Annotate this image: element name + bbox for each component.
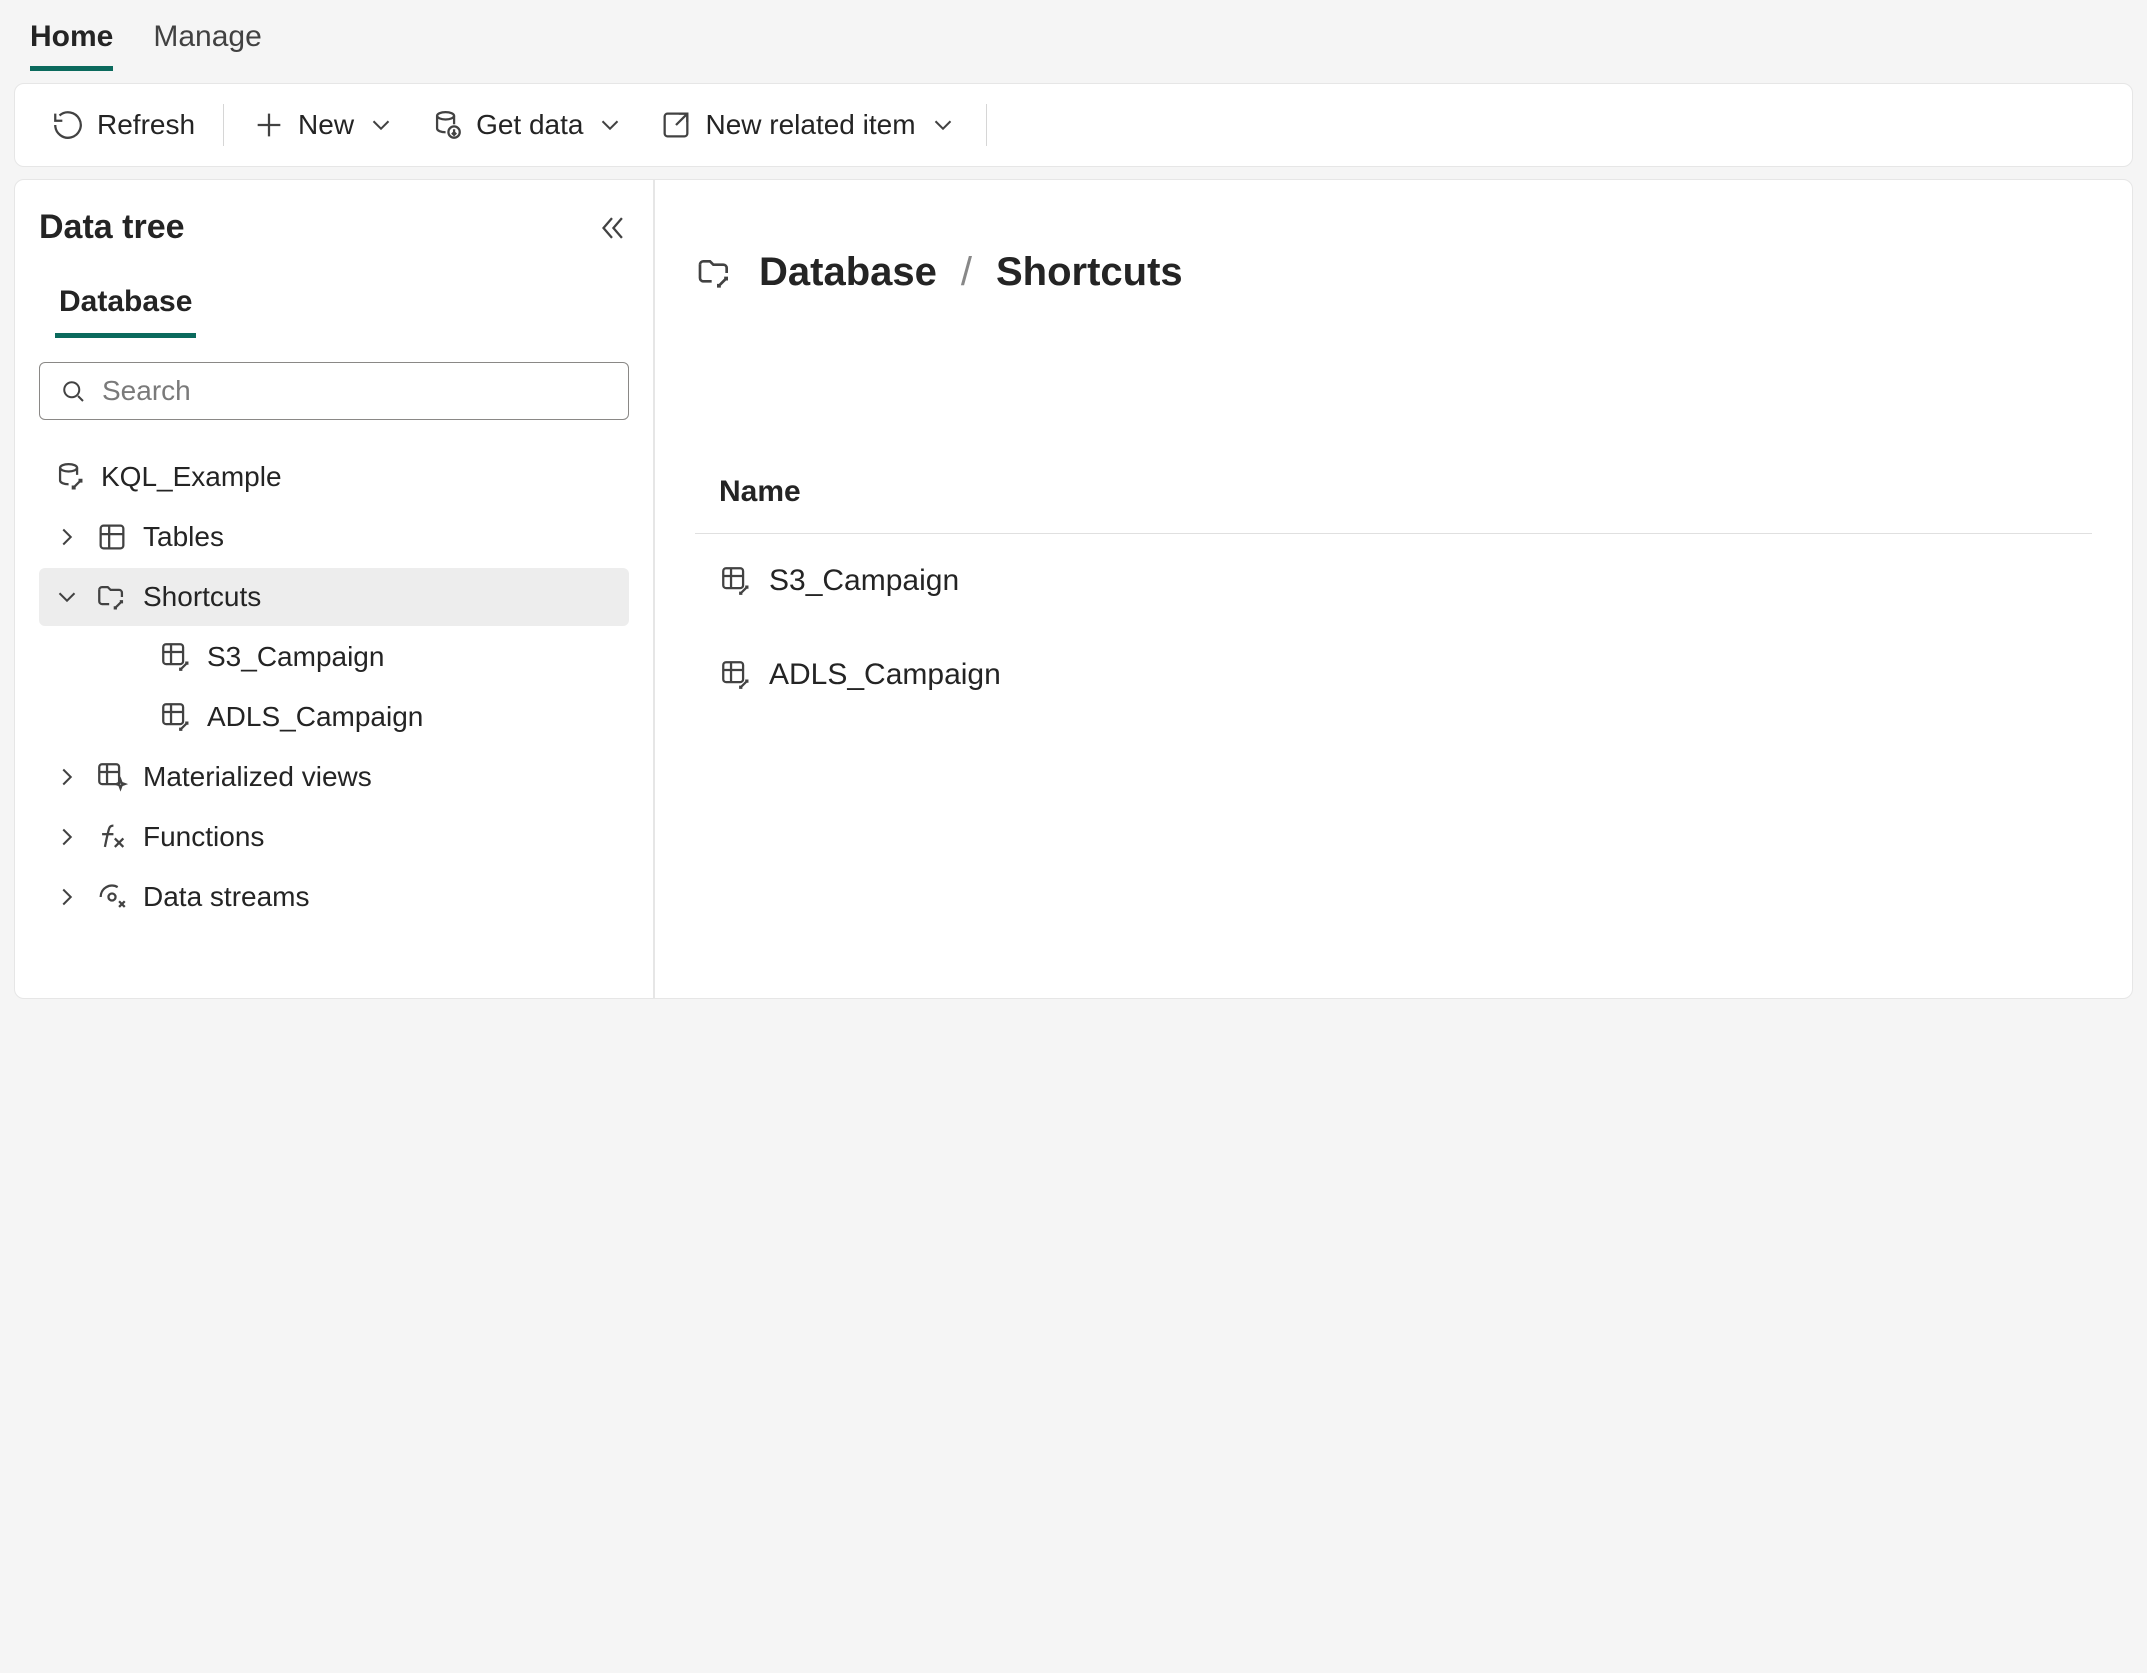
table-row[interactable]: ADLS_Campaign <box>695 628 2092 722</box>
new-label: New <box>298 109 354 141</box>
row-name: S3_Campaign <box>769 564 959 598</box>
chevron-down-icon <box>52 582 82 612</box>
chevron-right-icon <box>52 822 82 852</box>
data-tree: KQL_Example Tables Shortcuts S3_Campaign… <box>39 448 629 926</box>
database-download-icon <box>430 108 464 142</box>
tree-node-label: Shortcuts <box>143 581 261 613</box>
tree-node-tables[interactable]: Tables <box>39 508 629 566</box>
get-data-button[interactable]: Get data <box>420 102 635 148</box>
table-shortcut-icon <box>719 564 753 598</box>
content-pane: Database / Shortcuts Name S3_Campaign AD… <box>654 179 2133 999</box>
table-shortcut-icon <box>719 658 753 692</box>
table-shortcut-icon <box>159 640 193 674</box>
breadcrumb-separator: / <box>961 250 972 295</box>
tree-node-label: Functions <box>143 821 264 853</box>
search-icon <box>58 376 88 406</box>
table-icon <box>95 520 129 554</box>
tree-node-label: Tables <box>143 521 224 553</box>
tree-node-shortcuts[interactable]: Shortcuts <box>39 568 629 626</box>
collapse-sidebar-icon[interactable] <box>595 211 629 245</box>
column-header-name[interactable]: Name <box>695 475 2092 534</box>
chevron-right-icon <box>52 762 82 792</box>
tree-node-data-streams[interactable]: Data streams <box>39 868 629 926</box>
tree-root-database[interactable]: KQL_Example <box>39 448 629 506</box>
chevron-right-icon <box>52 882 82 912</box>
tree-leaf-label: ADLS_Campaign <box>207 701 423 733</box>
function-icon <box>95 820 129 854</box>
breadcrumb-current: Shortcuts <box>996 250 1183 295</box>
chevron-right-icon <box>52 522 82 552</box>
tree-leaf-shortcut[interactable]: ADLS_Campaign <box>39 688 629 746</box>
folder-shortcut-icon <box>95 580 129 614</box>
chevron-down-icon <box>366 110 396 140</box>
toolbar: Refresh New Get data New related item <box>14 83 2133 167</box>
refresh-button[interactable]: Refresh <box>41 102 205 148</box>
breadcrumb: Database / Shortcuts <box>695 250 2092 295</box>
sidebar-tab-database[interactable]: Database <box>55 271 196 338</box>
refresh-icon <box>51 108 85 142</box>
data-stream-icon <box>95 880 129 914</box>
tree-node-label: Materialized views <box>143 761 372 793</box>
tree-node-materialized-views[interactable]: Materialized views <box>39 748 629 806</box>
tab-manage[interactable]: Manage <box>153 20 261 71</box>
table-row[interactable]: S3_Campaign <box>695 534 2092 628</box>
materialized-view-icon <box>95 760 129 794</box>
chevron-down-icon <box>928 110 958 140</box>
database-link-icon <box>53 460 87 494</box>
tree-leaf-shortcut[interactable]: S3_Campaign <box>39 628 629 686</box>
chevron-down-icon <box>595 110 625 140</box>
new-related-button[interactable]: New related item <box>649 102 967 148</box>
tree-node-functions[interactable]: Functions <box>39 808 629 866</box>
tree-node-label: Data streams <box>143 881 310 913</box>
new-button[interactable]: New <box>242 102 406 148</box>
tab-home[interactable]: Home <box>30 20 113 71</box>
get-data-label: Get data <box>476 109 583 141</box>
toolbar-divider <box>986 104 987 146</box>
search-input[interactable] <box>102 375 610 407</box>
sidebar: Data tree Database KQL_Example Tables Sh… <box>14 179 654 999</box>
refresh-label: Refresh <box>97 109 195 141</box>
table-shortcut-icon <box>159 700 193 734</box>
plus-icon <box>252 108 286 142</box>
folder-shortcut-icon <box>695 253 735 293</box>
new-related-label: New related item <box>705 109 915 141</box>
row-name: ADLS_Campaign <box>769 658 1001 692</box>
tree-leaf-label: S3_Campaign <box>207 641 384 673</box>
search-box[interactable] <box>39 362 629 420</box>
sidebar-title: Data tree <box>39 208 185 247</box>
breadcrumb-root[interactable]: Database <box>759 250 937 295</box>
tree-root-label: KQL_Example <box>101 461 282 493</box>
toolbar-divider <box>223 104 224 146</box>
open-external-icon <box>659 108 693 142</box>
